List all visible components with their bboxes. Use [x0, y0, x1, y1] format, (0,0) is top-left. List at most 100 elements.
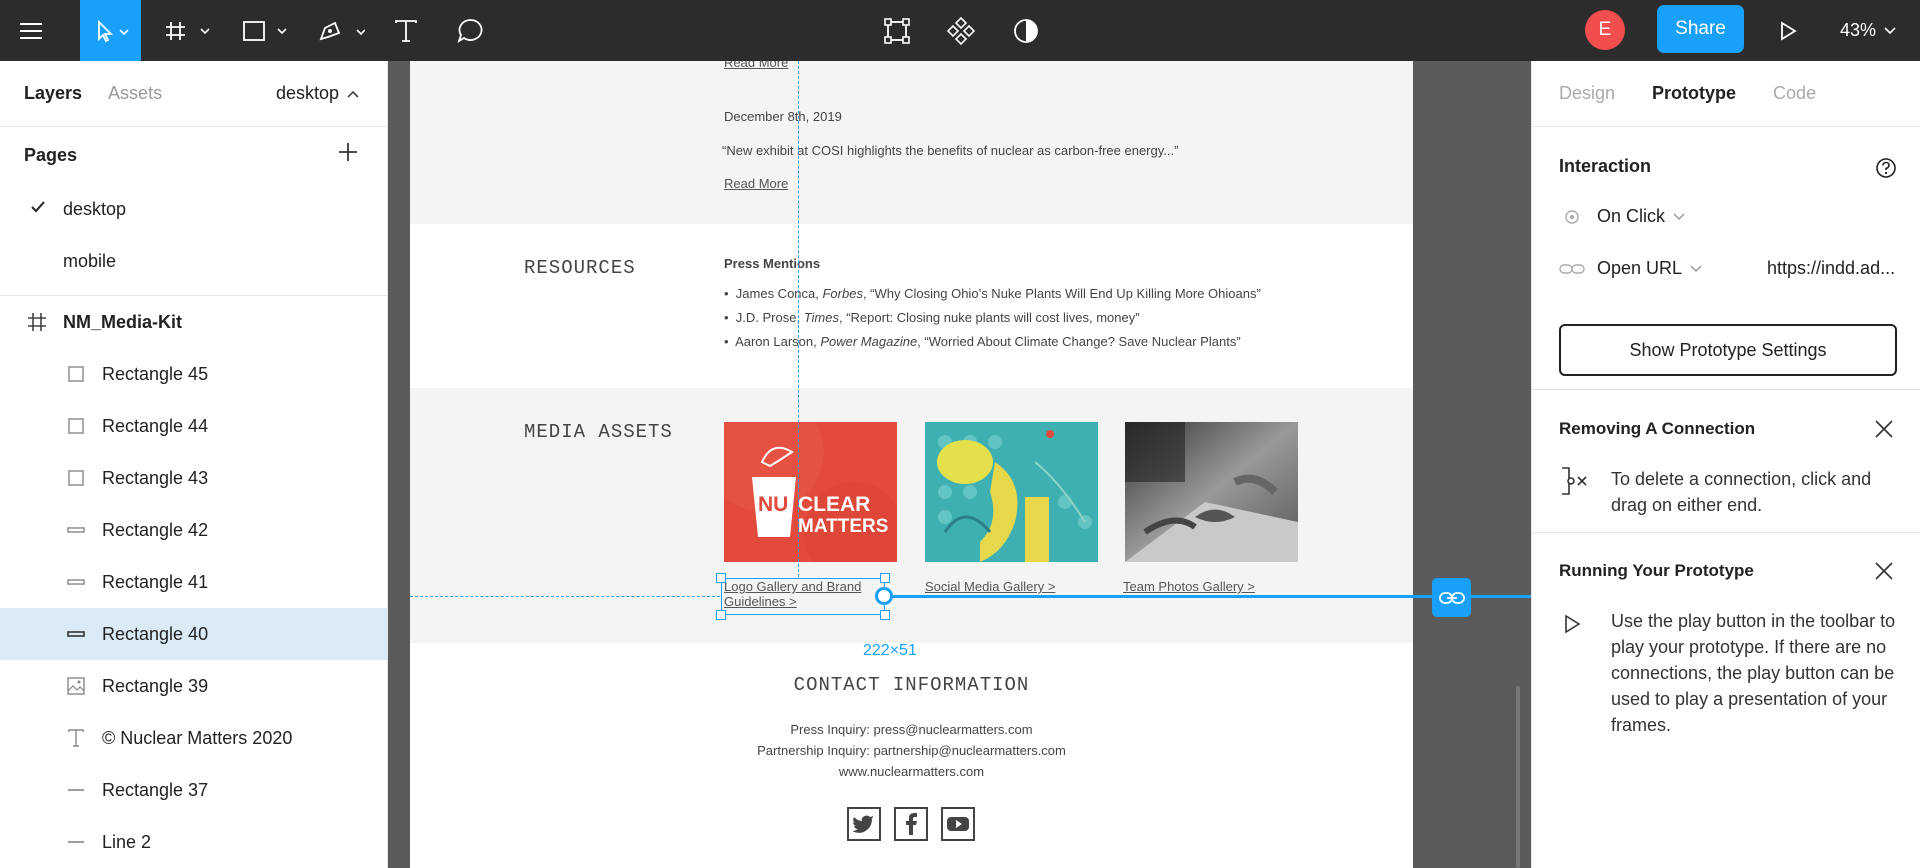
layer-frame[interactable]: NM_Media-Kit: [0, 296, 387, 348]
mask-button[interactable]: [1006, 0, 1046, 61]
thin-rectangle-icon: [67, 579, 85, 585]
help-icon[interactable]: [1875, 157, 1897, 179]
frame-tool-button[interactable]: [159, 0, 215, 61]
chevron-down-icon: [1690, 265, 1702, 272]
url-input[interactable]: https://indd.ad...: [1767, 258, 1917, 279]
layer-item[interactable]: Rectangle 43: [0, 452, 387, 504]
layer-label: Rectangle 40: [102, 623, 209, 644]
read-more-link[interactable]: Read More: [724, 176, 788, 191]
resize-handle[interactable]: [880, 573, 890, 583]
resize-handle[interactable]: [716, 610, 726, 620]
team-photo: [1125, 422, 1298, 562]
press-item: • Aaron Larson, Power Magazine, “Worried…: [724, 334, 1241, 349]
layer-label: Rectangle 43: [102, 467, 209, 488]
remove-connection-icon: [1562, 467, 1587, 495]
line-icon: [68, 841, 84, 843]
contrast-icon: [1014, 18, 1038, 43]
tab-design[interactable]: Design: [1559, 83, 1615, 104]
move-tool-button[interactable]: [80, 0, 141, 61]
avatar-initial: E: [1598, 19, 1612, 40]
right-panel-tabs: Design Prototype Code: [1532, 61, 1920, 127]
layer-item[interactable]: Rectangle 41: [0, 556, 387, 608]
tab-prototype[interactable]: Prototype: [1652, 83, 1736, 104]
layer-item[interactable]: Rectangle 44: [0, 400, 387, 452]
layer-item-selected[interactable]: Rectangle 40: [0, 608, 387, 660]
resize-handle[interactable]: [880, 610, 890, 620]
shape-tool-button[interactable]: [236, 0, 292, 61]
user-avatar[interactable]: E: [1585, 10, 1625, 50]
layer-label: Line 2: [102, 831, 152, 852]
chevron-up-icon: [347, 90, 359, 98]
trigger-dropdown[interactable]: On Click: [1559, 206, 1685, 227]
facebook-icon[interactable]: [894, 807, 928, 841]
layer-item[interactable]: Rectangle 42: [0, 504, 387, 556]
partnership-inquiry: Partnership Inquiry: partnership@nuclear…: [757, 743, 1066, 758]
present-button[interactable]: [1770, 0, 1806, 61]
selection-box[interactable]: [721, 578, 885, 615]
zoom-dropdown[interactable]: 43%: [1840, 0, 1896, 61]
layer-item[interactable]: Rectangle 45: [0, 348, 387, 400]
hamburger-icon: [19, 22, 42, 39]
close-icon[interactable]: [1874, 561, 1894, 581]
social-media-gallery-link[interactable]: Social Media Gallery >: [925, 579, 1055, 594]
logo-gallery-image[interactable]: NU CLEAR MATTERS: [704, 392, 904, 582]
rectangle-tool-icon: [243, 20, 287, 41]
twitter-icon[interactable]: [847, 807, 881, 841]
layer-label: Rectangle 44: [102, 415, 209, 436]
action-dropdown[interactable]: Open URL: [1559, 258, 1702, 279]
connection-start-node[interactable]: [875, 587, 893, 605]
news-quote: “New exhibit at COSI highlights the bene…: [722, 143, 1179, 158]
press-author: Aaron Larson,: [735, 334, 821, 349]
canvas[interactable]: Read More December 8th, 2019 “New exhibi…: [388, 61, 1531, 868]
comment-tool-button[interactable]: [450, 0, 490, 61]
cursor-icon: [97, 19, 129, 42]
rectangle-icon: [68, 418, 84, 434]
tab-assets[interactable]: Assets: [108, 83, 162, 104]
press-author: J.D. Prose,: [735, 310, 804, 325]
action-label: Open URL: [1597, 258, 1683, 278]
page-item-desktop[interactable]: desktop: [0, 183, 387, 235]
create-component-button[interactable]: [941, 0, 981, 61]
team-photos-gallery-link[interactable]: Team Photos Gallery >: [1123, 579, 1255, 594]
resize-handle[interactable]: [716, 573, 726, 583]
text-tool-button[interactable]: [386, 0, 426, 61]
canvas-scrollbar[interactable]: [1516, 686, 1520, 868]
open-url-connection-button[interactable]: [1432, 578, 1471, 617]
youtube-icon[interactable]: [941, 807, 975, 841]
layer-label: Rectangle 37: [102, 779, 209, 800]
team-photos-image[interactable]: [1125, 422, 1298, 562]
add-page-icon[interactable]: [337, 141, 359, 163]
layer-item[interactable]: Rectangle 37: [0, 764, 387, 816]
website: www.nuclearmatters.com: [838, 764, 985, 779]
play-icon: [1781, 20, 1797, 41]
text-icon: [68, 729, 84, 747]
interaction-heading: Interaction: [1559, 156, 1652, 176]
tab-layers[interactable]: Layers: [24, 83, 82, 104]
transform-icon: [884, 17, 910, 44]
share-button[interactable]: Share: [1657, 5, 1744, 53]
press-outlet: Times: [803, 310, 839, 325]
line-icon: [68, 789, 84, 791]
page-switcher[interactable]: desktop: [276, 83, 359, 104]
social-media-image[interactable]: [925, 422, 1098, 562]
page-item-mobile[interactable]: mobile: [0, 235, 387, 287]
show-prototype-settings-button[interactable]: Show Prototype Settings: [1559, 324, 1897, 376]
pen-tool-button[interactable]: [313, 0, 369, 61]
media-assets-heading: MEDIA ASSETS: [524, 421, 673, 443]
close-icon[interactable]: [1874, 419, 1894, 439]
read-more-link[interactable]: Read More: [724, 61, 788, 70]
layer-label: © Nuclear Matters 2020: [102, 727, 293, 748]
layer-item[interactable]: Line 2: [0, 816, 387, 868]
logo-clear: CLEAR: [798, 493, 870, 516]
left-panel-tabs: Layers Assets desktop: [0, 61, 387, 127]
tip-running-text: Use the play button in the toolbar to pl…: [1611, 611, 1896, 735]
main-menu-button[interactable]: [0, 0, 61, 61]
layer-item[interactable]: Rectangle 39: [0, 660, 387, 712]
frame-icon: [28, 313, 46, 331]
layer-item[interactable]: © Nuclear Matters 2020: [0, 712, 387, 764]
component-button[interactable]: [877, 0, 917, 61]
tab-code[interactable]: Code: [1773, 83, 1816, 104]
logo-matters: MATTERS: [798, 516, 888, 537]
social-media-artwork: [925, 422, 1098, 562]
component-icon: [946, 16, 976, 45]
